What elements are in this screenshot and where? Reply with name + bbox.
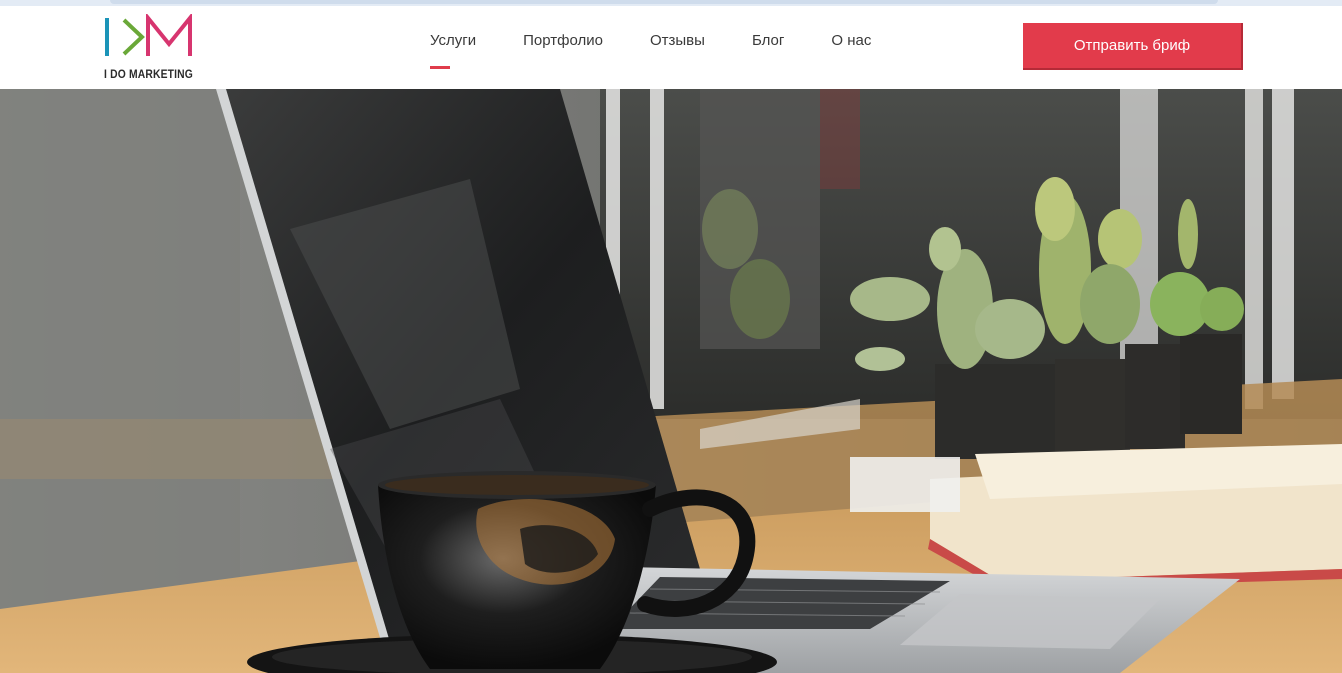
nav-item-reviews[interactable]: Отзывы	[650, 32, 705, 72]
browser-tab-edge	[110, 0, 1218, 4]
logo-mark-icon	[105, 14, 192, 56]
nav-item-label: Блог	[751, 32, 785, 49]
nav-item-label: Услуги	[430, 32, 477, 49]
send-brief-button[interactable]: Отправить бриф	[1023, 23, 1243, 70]
nav-item-about[interactable]: О нас	[831, 32, 871, 72]
main-nav: Услуги Портфолио Отзывы Блог О нас	[430, 32, 918, 72]
active-indicator	[430, 66, 450, 69]
logo[interactable]: I DO MARKETING	[104, 14, 196, 84]
hero-photo	[0, 89, 1342, 673]
site-header: I DO MARKETING Услуги Портфолио Отзывы Б…	[0, 6, 1342, 89]
nav-item-blog[interactable]: Блог	[752, 32, 784, 72]
nav-item-portfolio[interactable]: Портфолио	[523, 32, 603, 72]
nav-item-label: Портфолио	[523, 32, 603, 49]
hero-image	[0, 89, 1342, 673]
logo-caption: I DO MARKETING	[104, 67, 193, 81]
nav-item-label: Отзывы	[649, 32, 705, 49]
nav-item-services[interactable]: Услуги	[430, 32, 476, 72]
nav-item-label: О нас	[831, 32, 872, 49]
